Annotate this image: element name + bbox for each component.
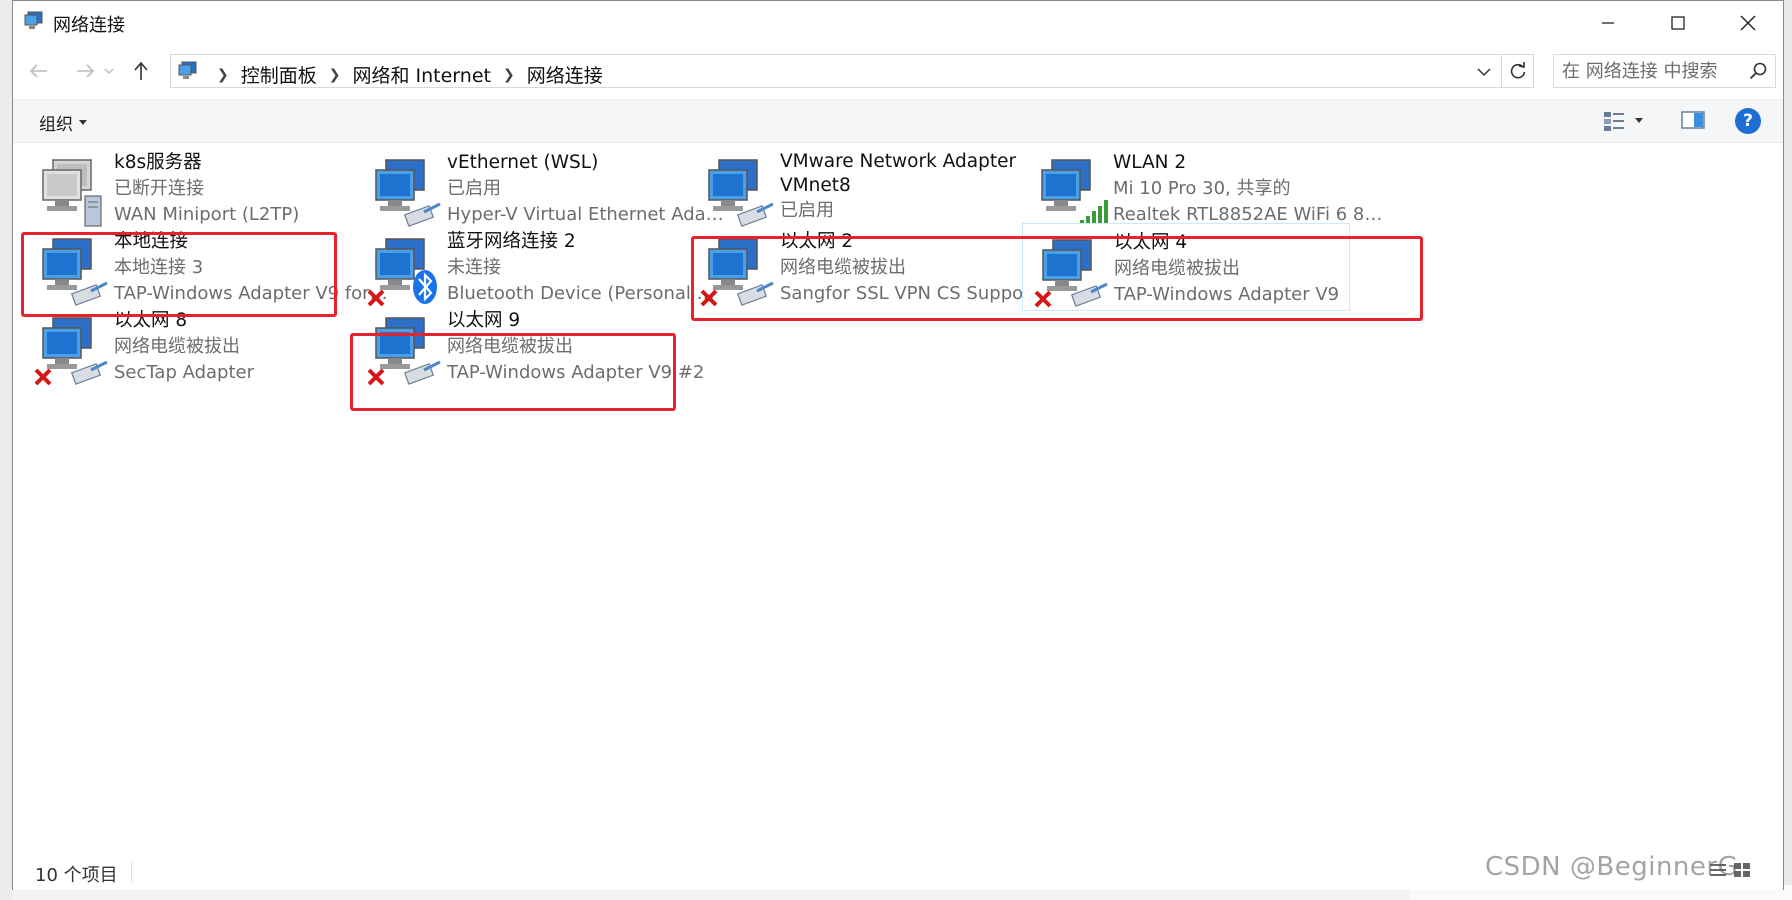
connection-name: 以太网 9 — [447, 310, 521, 331]
status-divider — [131, 862, 132, 882]
watermark: CSDN @BeginnerG — [1485, 852, 1739, 882]
connection-wlan-2[interactable]: WLAN 2 Mi 10 Pro 30, 共享的 Realtek RTL8852… — [1022, 144, 1394, 232]
breadcrumb-network-internet[interactable]: 网络和 Internet — [352, 61, 490, 88]
connection-name: VMware Network Adapter VMnet8 — [780, 151, 1017, 196]
connections-list: k8s服务器 已断开连接 WAN Miniport (L2TP) vEthern… — [13, 144, 1783, 844]
preview-pane-icon — [1681, 111, 1705, 129]
organize-menu-button[interactable]: 组织 — [39, 110, 87, 135]
ethernet-adapter-icon — [708, 159, 774, 227]
item-count: 10 个项目 — [35, 865, 118, 886]
vpn-connection-icon — [42, 159, 102, 227]
connection-text: WLAN 2 Mi 10 Pro 30, 共享的 Realtek RTL8852… — [1113, 150, 1391, 228]
wifi-adapter-icon — [1041, 159, 1108, 226]
connection-text: VMware Network Adapter VMnet8 已启用 — [780, 150, 1058, 224]
help-button[interactable]: ? — [1735, 108, 1761, 134]
chevron-down-icon — [1477, 68, 1491, 77]
search-input[interactable] — [1562, 59, 1742, 83]
breadcrumb: ❯ 控制面板 ❯ 网络和 Internet ❯ 网络连接 — [205, 61, 603, 88]
chevron-down-icon — [104, 68, 114, 74]
connection-status: 已启用 — [780, 200, 834, 221]
forward-arrow-icon — [77, 64, 95, 78]
background-app-left — [0, 0, 12, 900]
caret-down-icon — [79, 119, 87, 125]
chevron-right-icon[interactable]: ❯ — [503, 67, 515, 83]
close-icon — [1740, 15, 1756, 31]
refresh-button[interactable] — [1501, 55, 1533, 87]
up-button[interactable] — [127, 59, 155, 83]
up-arrow-icon — [134, 61, 148, 80]
preview-pane-button[interactable] — [1681, 110, 1705, 134]
ethernet-adapter-icon — [375, 159, 441, 227]
search-box[interactable] — [1553, 54, 1776, 88]
caret-down-icon — [1635, 118, 1643, 123]
connection-name: k8s服务器 — [114, 152, 202, 173]
view-details-icon — [1604, 112, 1624, 131]
connection-text: 蓝牙网络连接 2 未连接 Bluetooth Device (Personal … — [447, 229, 725, 307]
connection-status: 已断开连接 — [114, 178, 204, 199]
back-arrow-icon — [29, 64, 47, 78]
connection-name: 蓝牙网络连接 2 — [447, 231, 576, 252]
connection-vethernet-wsl[interactable]: vEthernet (WSL) 已启用 Hyper-V Virtual Ethe… — [356, 144, 728, 232]
highlight-box — [21, 232, 337, 317]
minimize-icon — [1602, 22, 1614, 24]
maximize-icon — [1671, 16, 1685, 30]
window-title: 网络连接 — [53, 15, 125, 36]
chevron-right-icon[interactable]: ❯ — [329, 67, 341, 83]
connection-k8s[interactable]: k8s服务器 已断开连接 WAN Miniport (L2TP) — [23, 144, 395, 232]
maximize-button[interactable] — [1643, 1, 1713, 45]
network-connections-app-icon — [24, 11, 43, 29]
search-icon[interactable] — [1749, 62, 1767, 80]
back-button[interactable] — [25, 59, 53, 83]
title-bar[interactable]: 网络连接 — [13, 1, 1783, 45]
connection-bluetooth-2[interactable]: 蓝牙网络连接 2 未连接 Bluetooth Device (Personal … — [356, 223, 728, 311]
error-x-icon — [34, 368, 52, 386]
highlight-box — [350, 333, 676, 411]
help-icon: ? — [1743, 111, 1753, 131]
control-panel-icon — [178, 61, 197, 79]
connection-name: WLAN 2 — [1113, 152, 1187, 173]
recent-locations-button[interactable] — [101, 59, 117, 83]
minimize-button[interactable] — [1573, 1, 1643, 45]
connection-status: 已启用 — [447, 178, 501, 199]
bluetooth-adapter-icon — [367, 238, 437, 307]
change-view-button[interactable] — [1603, 110, 1643, 132]
address-bar[interactable]: ❯ 控制面板 ❯ 网络和 Internet ❯ 网络连接 — [170, 54, 1534, 88]
command-bar: 组织 ? — [13, 99, 1783, 143]
connection-text: vEthernet (WSL) 已启用 Hyper-V Virtual Ethe… — [447, 150, 725, 228]
ethernet-adapter-icon — [34, 317, 108, 386]
connection-vmware-vmnet8[interactable]: VMware Network Adapter VMnet8 已启用 — [689, 144, 1061, 232]
organize-label: 组织 — [39, 115, 73, 135]
chevron-right-icon[interactable]: ❯ — [217, 67, 229, 83]
connection-status: 未连接 — [447, 257, 501, 278]
breadcrumb-network-connections[interactable]: 网络连接 — [527, 61, 603, 88]
connection-name: vEthernet (WSL) — [447, 152, 599, 173]
network-connections-window: 网络连接 ❯ 控制面板 ❯ 网络和 Internet ❯ 网络连接 在 网络连接… — [12, 0, 1784, 890]
breadcrumb-control-panel[interactable]: 控制面板 — [241, 61, 317, 88]
close-button[interactable] — [1713, 1, 1783, 45]
address-history-dropdown[interactable] — [1473, 61, 1495, 83]
forward-button[interactable] — [71, 59, 99, 83]
highlight-box — [691, 236, 1423, 321]
bluetooth-icon — [413, 270, 437, 304]
address-row: ❯ 控制面板 ❯ 网络和 Internet ❯ 网络连接 — [13, 51, 1783, 91]
connection-status: Mi 10 Pro 30, 共享的 — [1113, 178, 1291, 199]
refresh-icon — [1510, 62, 1525, 79]
connection-text: k8s服务器 已断开连接 WAN Miniport (L2TP) — [114, 150, 392, 228]
